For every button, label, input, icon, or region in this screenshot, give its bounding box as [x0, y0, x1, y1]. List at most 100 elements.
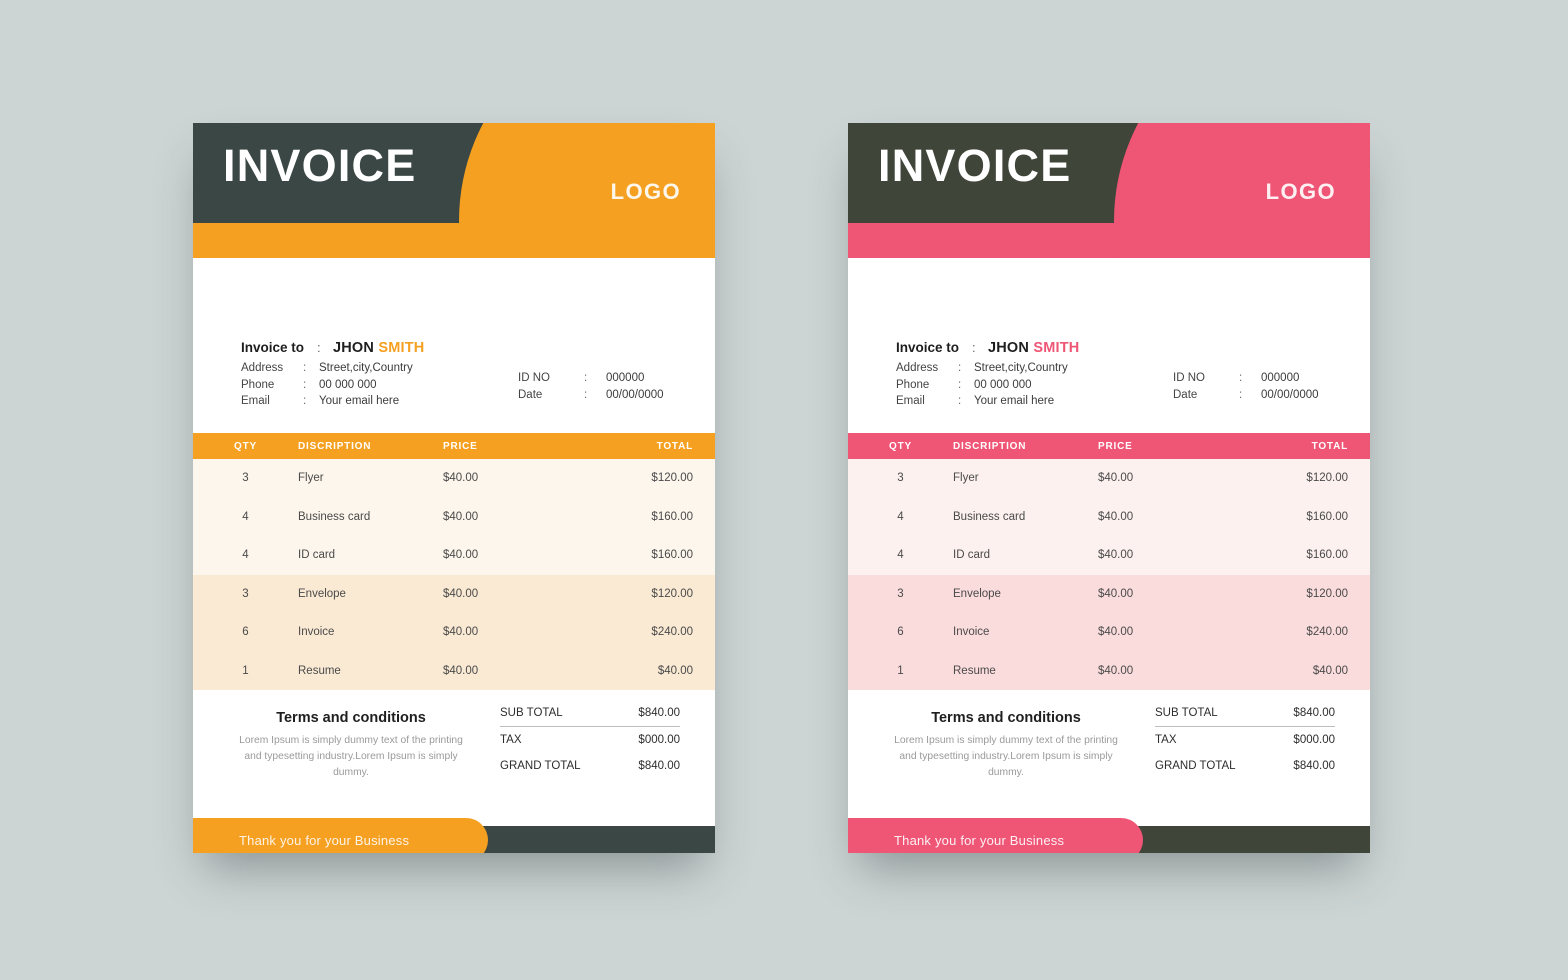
- cell-qty: 6: [897, 626, 904, 639]
- cell-total: $40.00: [1312, 664, 1348, 677]
- address-value: Street,city,Country: [319, 362, 413, 374]
- customer-first-name: JHON: [333, 340, 375, 356]
- bill-to-label: Invoice to: [896, 340, 960, 355]
- cell-price: $40.00: [1098, 549, 1134, 562]
- table-row: 6 Invoice $40.00 $240.00: [848, 613, 1370, 652]
- terms-block: Terms and conditions Lorem Ipsum is simp…: [235, 710, 467, 781]
- cell-price: $40.00: [443, 510, 479, 523]
- address-value: Street,city,Country: [974, 362, 1068, 374]
- summary-row-subtotal: SUB TOTAL $840.00: [1155, 700, 1335, 727]
- cell-description: Resume: [953, 664, 996, 677]
- date-value: 00/00/0000: [1261, 388, 1319, 401]
- email-row: Email : Your email here: [241, 395, 424, 412]
- cell-qty: 4: [242, 549, 249, 562]
- phone-row: Phone : 00 000 000: [241, 379, 424, 396]
- table-row: 6 Invoice $40.00 $240.00: [193, 613, 715, 652]
- id-no-separator: :: [1239, 372, 1243, 384]
- table-row: 4 Business card $40.00 $160.00: [193, 498, 715, 537]
- logo-placeholder: LOGO: [610, 179, 681, 204]
- summary-block: SUB TOTAL $840.00 TAX $000.00 GRAND TOTA…: [1155, 700, 1335, 779]
- phone-value: 00 000 000: [974, 378, 1032, 391]
- email-value: Your email here: [319, 395, 400, 407]
- terms-block: Terms and conditions Lorem Ipsum is simp…: [890, 710, 1122, 781]
- bill-to-row: Invoice to : JHON SMITH: [241, 340, 424, 362]
- address-row: Address : Street,city,Country: [241, 362, 424, 379]
- cell-description: ID card: [953, 549, 991, 562]
- grand-total-value: $840.00: [1293, 760, 1335, 772]
- design-canvas: INVOICE LOGO Invoice to : JHON SMITH Add…: [0, 0, 1568, 980]
- date-row: Date : 00/00/0000: [1173, 389, 1319, 406]
- cell-qty: 3: [897, 472, 904, 485]
- bill-info-section: Invoice to : JHON SMITH Address : Street…: [193, 258, 715, 433]
- date-separator: :: [1239, 388, 1243, 401]
- table-row: 1 Resume $40.00 $40.00: [193, 652, 715, 691]
- date-value: 00/00/0000: [606, 388, 664, 401]
- cell-price: $40.00: [443, 472, 479, 485]
- tax-value: $000.00: [638, 734, 680, 746]
- cell-description: Invoice: [953, 626, 990, 639]
- cell-description: Resume: [298, 664, 341, 677]
- table-row: 3 Envelope $40.00 $120.00: [193, 575, 715, 614]
- invoice-sheet-orange: INVOICE LOGO Invoice to : JHON SMITH Add…: [193, 123, 715, 853]
- summary-row-tax: TAX $000.00: [1155, 727, 1335, 753]
- table-row: 4 Business card $40.00 $160.00: [848, 498, 1370, 537]
- phone-separator: :: [303, 378, 307, 391]
- cell-price: $40.00: [1098, 472, 1134, 485]
- invoice-meta-block: ID NO : 000000 Date : 00/00/0000: [1173, 372, 1319, 405]
- cell-qty: 4: [242, 510, 249, 523]
- bill-to-label: Invoice to: [241, 340, 305, 355]
- bill-to-separator: :: [317, 340, 321, 355]
- customer-last-name: SMITH: [1033, 340, 1080, 356]
- summary-block: SUB TOTAL $840.00 TAX $000.00 GRAND TOTA…: [500, 700, 680, 779]
- summary-row-subtotal: SUB TOTAL $840.00: [500, 700, 680, 727]
- cell-description: Business card: [953, 510, 1026, 523]
- logo-placeholder: LOGO: [1265, 179, 1336, 204]
- cell-description: Business card: [298, 510, 371, 523]
- email-label: Email: [241, 395, 270, 407]
- terms-body: Lorem Ipsum is simply dummy text of the …: [894, 735, 1118, 778]
- cell-qty: 3: [242, 472, 249, 485]
- column-header-total: TOTAL: [656, 440, 693, 452]
- cell-total: $160.00: [1306, 549, 1348, 562]
- id-no-value: 000000: [1261, 372, 1300, 384]
- address-label: Address: [241, 362, 284, 374]
- subtotal-value: $840.00: [1293, 707, 1335, 719]
- cell-description: Invoice: [298, 626, 335, 639]
- id-no-separator: :: [584, 372, 588, 384]
- cell-price: $40.00: [443, 664, 479, 677]
- table-row: 4 ID card $40.00 $160.00: [848, 536, 1370, 575]
- email-row: Email : Your email here: [896, 395, 1079, 412]
- id-no-row: ID NO : 000000: [1173, 372, 1319, 389]
- id-no-row: ID NO : 000000: [518, 372, 664, 389]
- cell-total: $160.00: [651, 549, 693, 562]
- customer-last-name: SMITH: [378, 340, 425, 356]
- cell-price: $40.00: [1098, 510, 1134, 523]
- grand-total-label: GRAND TOTAL: [500, 760, 581, 772]
- cell-total: $120.00: [1306, 472, 1348, 485]
- line-items-band-light: 3 Flyer $40.00 $120.00 4 Business card $…: [848, 459, 1370, 575]
- table-row: 3 Flyer $40.00 $120.00: [848, 459, 1370, 498]
- cell-price: $40.00: [1098, 664, 1134, 677]
- bill-to-row: Invoice to : JHON SMITH: [896, 340, 1079, 362]
- thank-you-text: Thank you for your Business: [894, 832, 1065, 848]
- invoice-sheet-pink: INVOICE LOGO Invoice to : JHON SMITH Add…: [848, 123, 1370, 853]
- page-title: INVOICE: [223, 140, 417, 191]
- invoice-header: INVOICE LOGO: [848, 123, 1370, 258]
- cell-description: Flyer: [298, 472, 324, 485]
- cell-qty: 3: [897, 587, 904, 600]
- cell-price: $40.00: [1098, 587, 1134, 600]
- summary-row-grand-total: GRAND TOTAL $840.00: [500, 753, 680, 779]
- totals-section: Terms and conditions Lorem Ipsum is simp…: [193, 690, 715, 818]
- date-separator: :: [584, 388, 588, 401]
- table-row: 4 ID card $40.00 $160.00: [193, 536, 715, 575]
- cell-qty: 1: [242, 664, 249, 677]
- grand-total-value: $840.00: [638, 760, 680, 772]
- line-items-table-header: QTY DISCRIPTION PRICE TOTAL: [848, 433, 1370, 459]
- address-row: Address : Street,city,Country: [896, 362, 1079, 379]
- cell-price: $40.00: [1098, 626, 1134, 639]
- cell-description: Envelope: [298, 587, 346, 600]
- line-items-band-dark: 3 Envelope $40.00 $120.00 6 Invoice $40.…: [848, 574, 1370, 690]
- cell-qty: 6: [242, 626, 249, 639]
- totals-section: Terms and conditions Lorem Ipsum is simp…: [848, 690, 1370, 818]
- grand-total-label: GRAND TOTAL: [1155, 760, 1236, 772]
